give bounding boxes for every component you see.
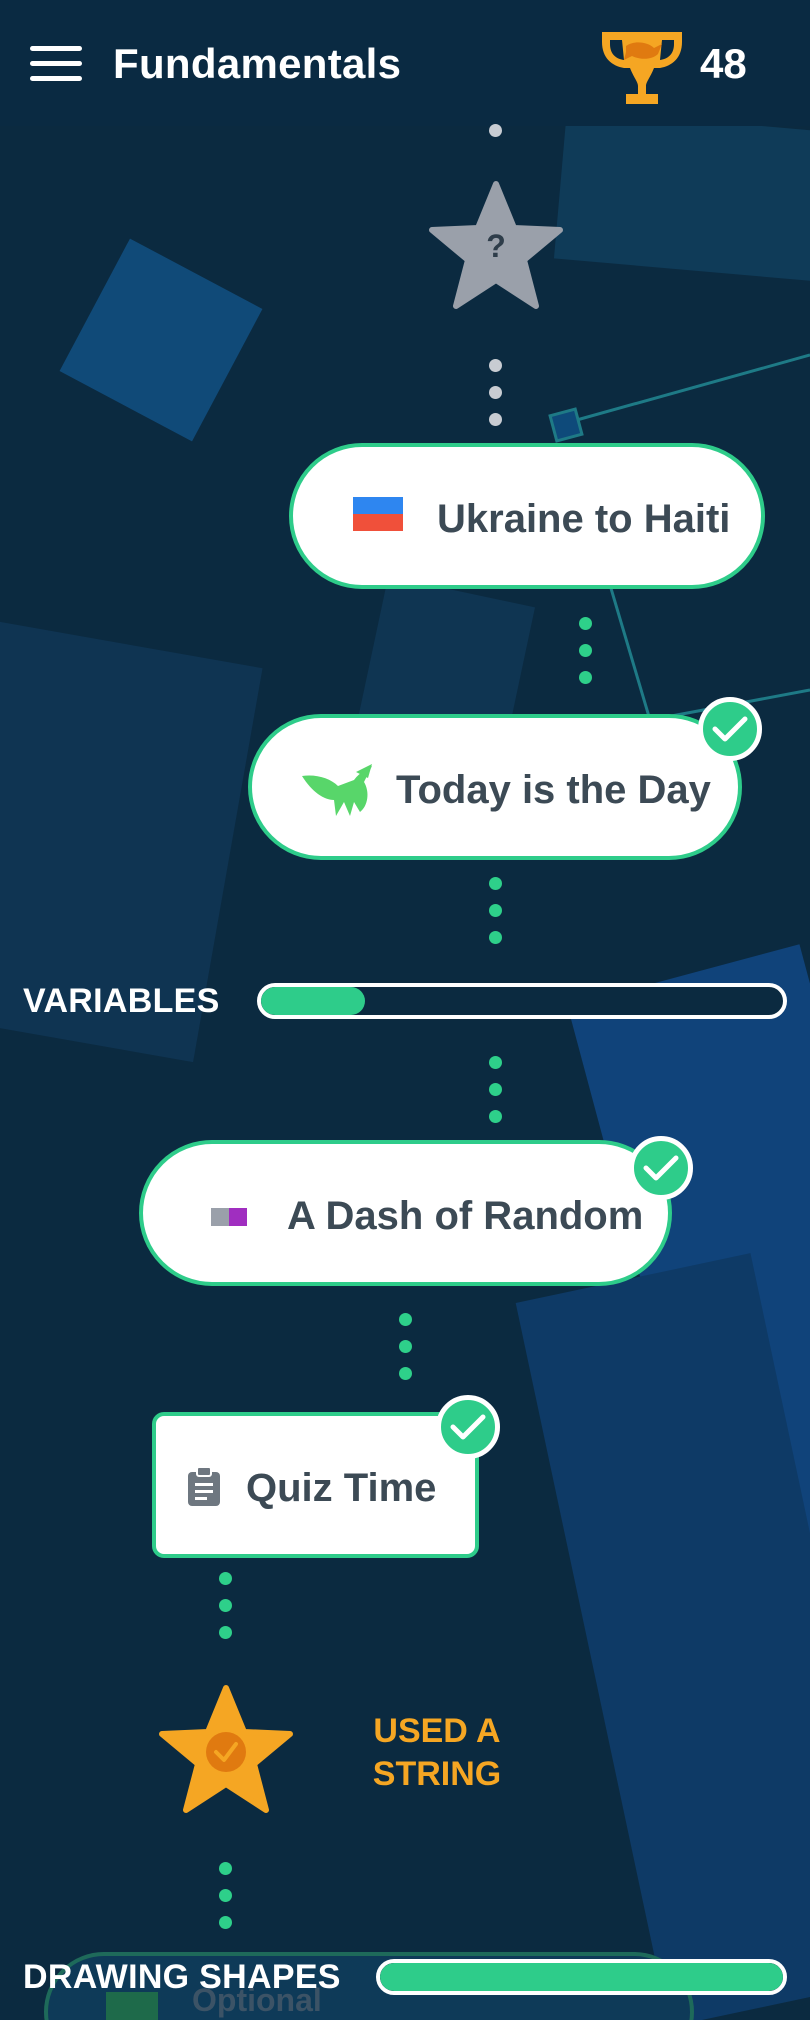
lesson-ukraine-to-haiti[interactable]: Ukraine to Haiti (289, 443, 765, 589)
clipboard-icon (188, 1466, 220, 1506)
progress-fill (380, 1963, 783, 1991)
grasshopper-icon (302, 764, 372, 816)
mystery-star[interactable]: ? (428, 180, 564, 310)
lesson-label: Ukraine to Haiti (437, 497, 731, 541)
mystery-star-label: ? (486, 228, 506, 264)
completed-check-icon (698, 697, 762, 761)
lesson-quiz-time[interactable]: Quiz Time (152, 1412, 479, 1558)
lesson-label: A Dash of Random (287, 1194, 644, 1238)
path-dot (489, 877, 502, 890)
path-dot (579, 644, 592, 657)
section-label-drawing-shapes: DRAWING SHAPES (23, 1958, 341, 1996)
hamburger-icon[interactable] (30, 46, 82, 82)
path-dot (219, 1889, 232, 1902)
path-dot (399, 1340, 412, 1353)
completed-check-icon (629, 1136, 693, 1200)
star-badge-icon (159, 1685, 293, 1813)
path-dot (489, 413, 502, 426)
path-dot (399, 1313, 412, 1326)
section-progress-drawing-shapes (376, 1959, 787, 1995)
path-dot (579, 617, 592, 630)
page-title: Fundamentals (113, 40, 402, 87)
path-dot (219, 1599, 232, 1612)
lesson-today-is-the-day[interactable]: Today is the Day (248, 714, 742, 860)
trophy-icon[interactable] (596, 24, 688, 108)
path-dot (489, 124, 502, 137)
section-label-variables: VARIABLES (23, 982, 220, 1020)
achievement-label: USED A STRING (372, 1712, 502, 1793)
lesson-label: Quiz Time (246, 1466, 437, 1510)
path-dot (489, 931, 502, 944)
path-dot (219, 1916, 232, 1929)
top-bar: Fundamentals 48 (0, 0, 810, 126)
path-dot (219, 1572, 232, 1585)
lesson-label: Today is the Day (396, 768, 711, 812)
path-dot (489, 904, 502, 917)
flag-icon (353, 497, 403, 531)
achievement-star[interactable] (158, 1684, 294, 1814)
path-dot (219, 1626, 232, 1639)
lesson-a-dash-of-random[interactable]: A Dash of Random (139, 1140, 672, 1286)
color-swatch-icon (211, 1208, 247, 1226)
path-dot (219, 1862, 232, 1875)
path-dot (489, 1110, 502, 1123)
path-dot (489, 1056, 502, 1069)
path-dot (489, 359, 502, 372)
path-dot (399, 1367, 412, 1380)
path-dot (489, 1083, 502, 1096)
completed-check-icon (436, 1395, 500, 1459)
score-count: 48 (700, 40, 747, 87)
progress-fill (261, 987, 366, 1015)
section-progress-variables (257, 983, 787, 1019)
path-dot (489, 386, 502, 399)
path-dot (579, 671, 592, 684)
